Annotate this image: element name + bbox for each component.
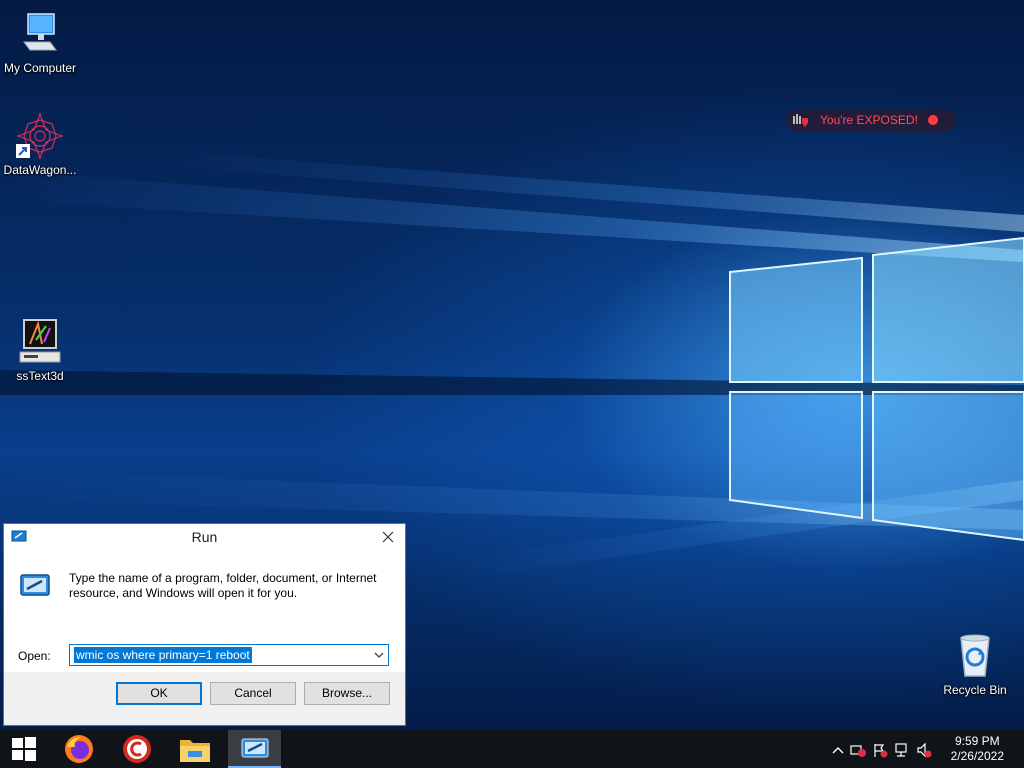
run-icon [18, 571, 52, 604]
ok-button[interactable]: OK [116, 682, 202, 705]
command-input[interactable]: wmic os where primary=1 reboot [74, 647, 252, 663]
desktop-icon-sstext3d[interactable]: ssText3d [0, 318, 80, 383]
chevron-up-icon[interactable] [830, 742, 846, 758]
desktop-icon-label: My Computer [3, 61, 77, 75]
run-dialog: Run Type the name of a program, folder, … [3, 523, 406, 726]
file-explorer-icon [180, 740, 210, 762]
screensaver-icon [16, 318, 64, 366]
taskbar-run[interactable] [228, 730, 281, 768]
taskbar: 9:59 PM 2/26/2022 [0, 730, 1024, 768]
clock-time: 9:59 PM [954, 734, 1000, 748]
open-label: Open: [18, 649, 51, 663]
start-button[interactable] [0, 730, 48, 768]
desktop-icon-label: ssText3d [16, 369, 64, 383]
firefox-icon [65, 735, 93, 763]
desktop-icon-label: DataWagon... [3, 163, 77, 177]
taskbar-file-explorer[interactable] [171, 730, 219, 768]
run-body: Type the name of a program, folder, docu… [4, 549, 405, 672]
system-tray: 9:59 PM 2/26/2022 [824, 730, 1024, 768]
run-footer: OK Cancel Browse... [4, 672, 405, 725]
desktop-icon-my-computer[interactable]: My Computer [0, 10, 80, 75]
taskbar-ccleaner[interactable] [113, 730, 161, 768]
browse-button[interactable]: Browse... [304, 682, 390, 705]
run-description: Type the name of a program, folder, docu… [69, 571, 377, 600]
dialog-title: Run [191, 529, 218, 545]
taskbar-firefox[interactable] [55, 730, 103, 768]
flag-alert-icon[interactable] [872, 742, 888, 758]
status-dot [927, 115, 938, 125]
datawagon-icon [16, 112, 64, 160]
network-icon[interactable] [894, 742, 910, 758]
open-combobox[interactable]: wmic os where primary=1 reboot [69, 644, 389, 666]
exposed-text: You're EXPOSED! [820, 113, 918, 127]
run-titlebar[interactable]: Run [4, 524, 405, 549]
shield-warning-icon [792, 112, 810, 133]
desktop-icon-datawagon[interactable]: DataWagon... [0, 112, 80, 177]
ccleaner-icon [123, 735, 151, 763]
recycle-bin-icon [951, 632, 999, 680]
cancel-button[interactable]: Cancel [210, 682, 296, 705]
close-icon [382, 531, 394, 542]
start-icon [12, 737, 36, 761]
desktop-icon-recycle-bin[interactable]: Recycle Bin [935, 632, 1015, 697]
chevron-down-icon[interactable] [372, 648, 386, 662]
clock-date: 2/26/2022 [950, 749, 1004, 763]
computer-icon [16, 10, 64, 58]
desktop-icon-label: Recycle Bin [943, 683, 1007, 697]
taskbar-clock[interactable]: 9:59 PM 2/26/2022 [951, 734, 1004, 764]
run-icon [241, 738, 268, 758]
close-button[interactable] [371, 524, 405, 549]
vpn-exposed-badge[interactable]: You're EXPOSED! [786, 109, 956, 131]
camera-alert-icon[interactable] [850, 742, 866, 758]
volume-muted-icon[interactable] [916, 742, 932, 758]
